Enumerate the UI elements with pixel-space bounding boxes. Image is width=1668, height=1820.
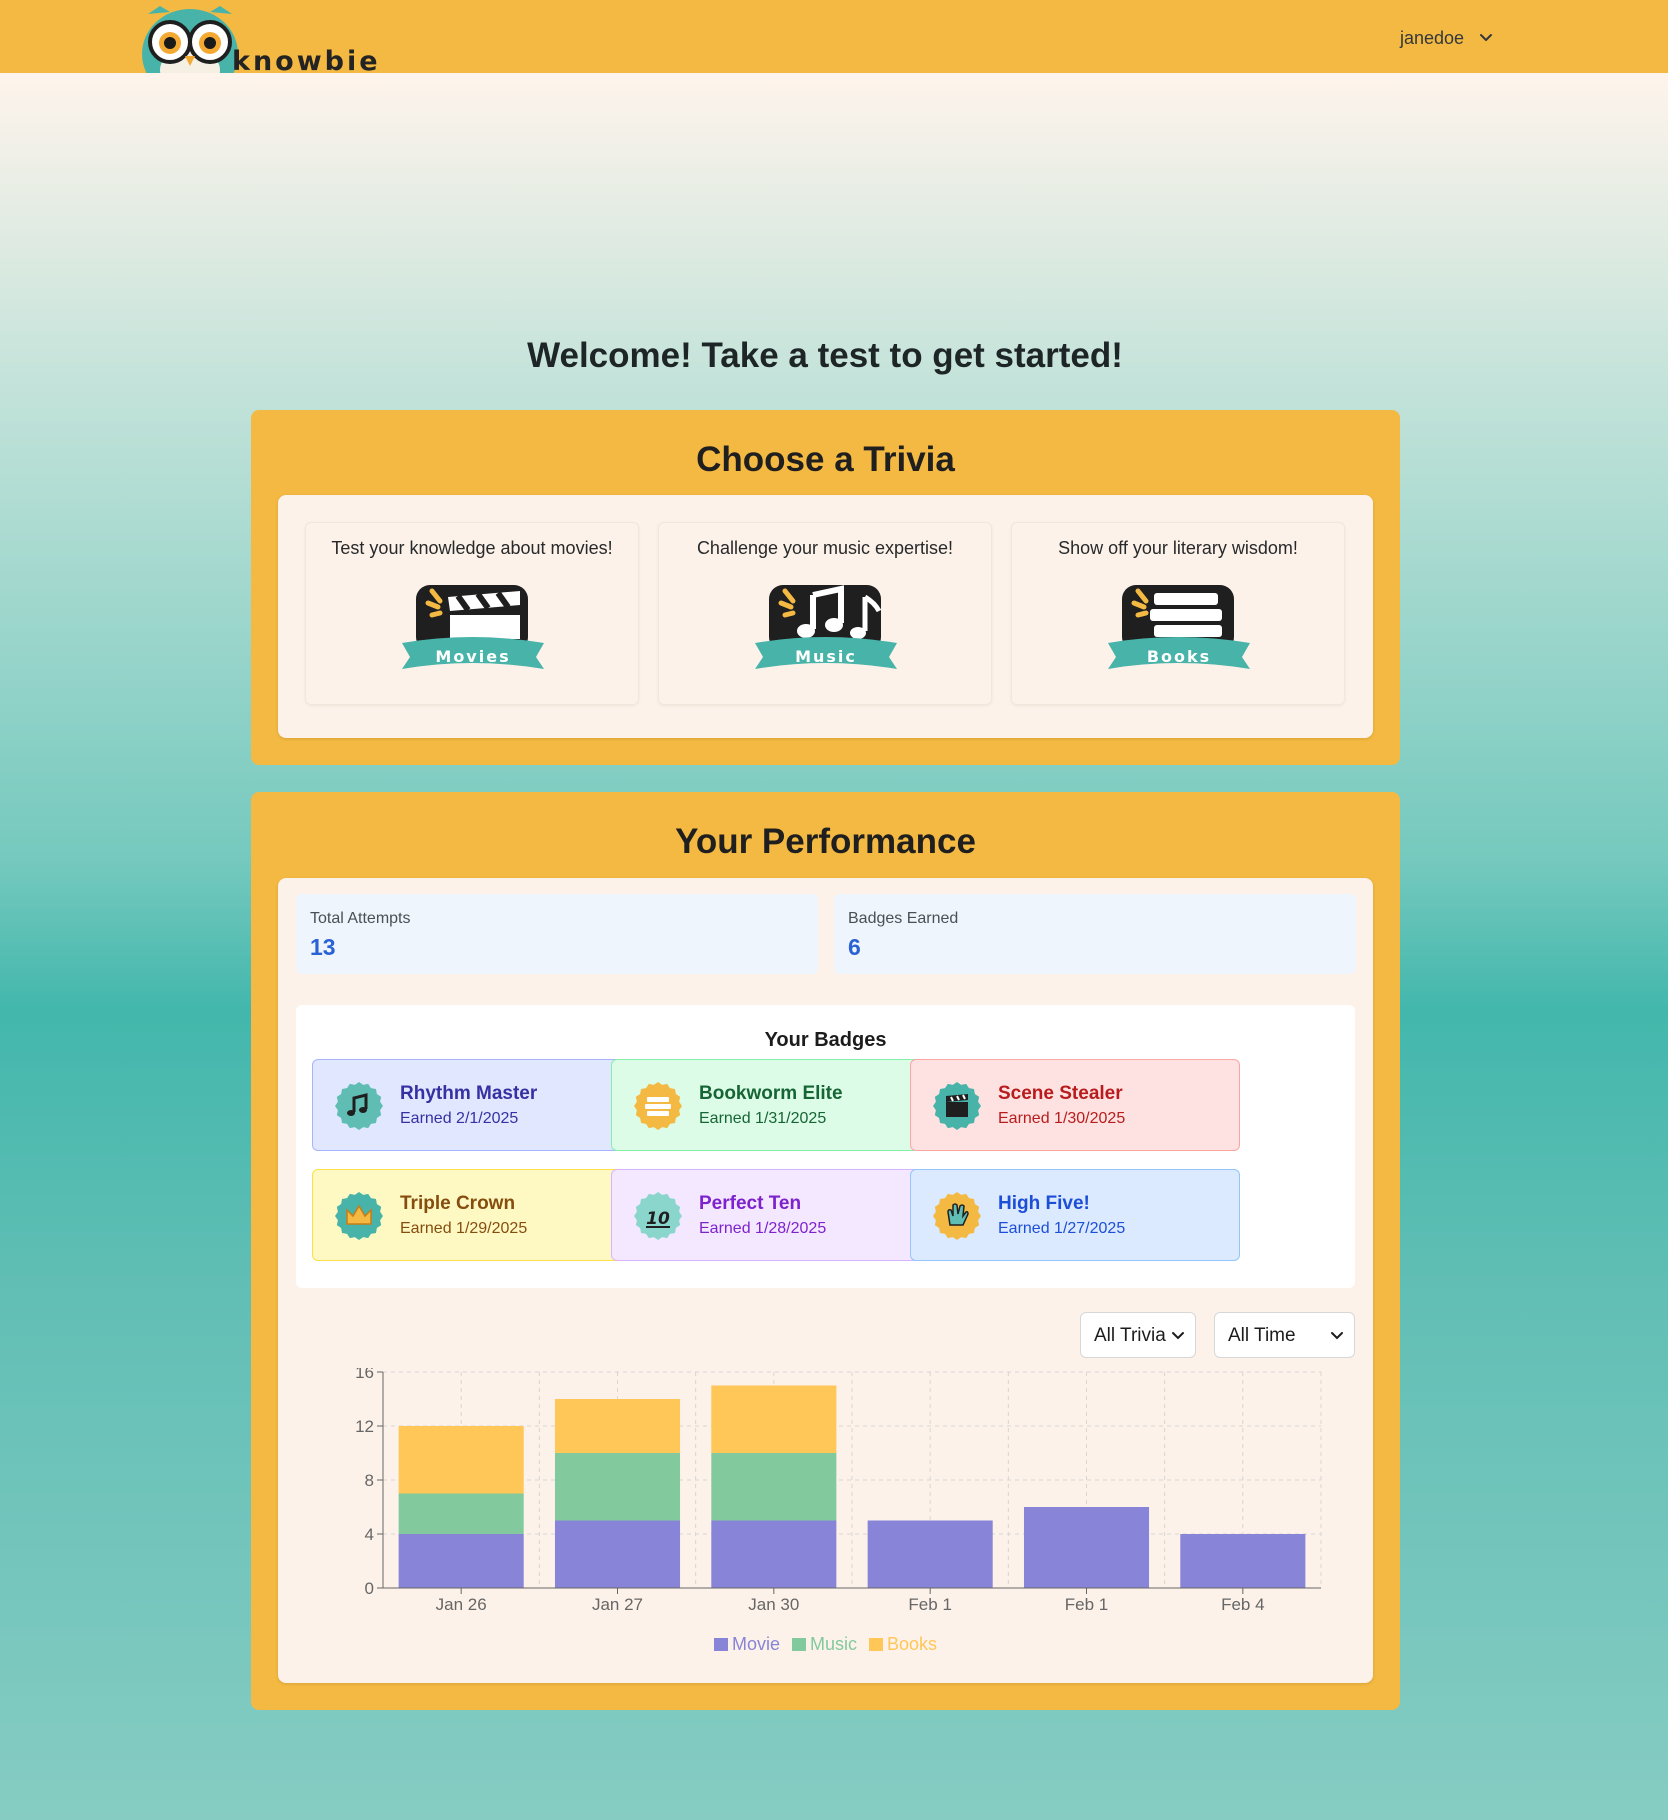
chart-y-tick-label: 0: [365, 1579, 374, 1598]
performance-content: Total Attempts 13 Badges Earned 6 Your B…: [278, 878, 1373, 1683]
time-filter-select[interactable]: All Time: [1214, 1312, 1355, 1358]
badge-name: Perfect Ten: [699, 1193, 802, 1214]
high-five-badge-icon: [933, 1192, 981, 1240]
music-notes-icon: Music: [755, 585, 897, 669]
chart-bar-music: [711, 1453, 837, 1521]
books-badge-icon: [634, 1082, 682, 1130]
stat-total-attempts: Total Attempts 13: [296, 894, 818, 974]
chart-x-tick-label: Jan 27: [592, 1595, 643, 1614]
trivia-panel-title: Choose a Trivia: [696, 440, 955, 479]
legend-label: Movie: [731, 1634, 780, 1654]
badge-earned-date: Earned 1/30/2025: [998, 1110, 1126, 1127]
badge-card-perfect-ten: 10 Perfect Ten Earned 1/28/2025: [611, 1169, 941, 1261]
trivia-card-music[interactable]: Challenge your music expertise! Music: [658, 522, 992, 705]
chart-bar-movie: [711, 1520, 837, 1588]
badge-name: High Five!: [998, 1193, 1090, 1214]
badge-card-rhythm-master: Rhythm Master Earned 2/1/2025: [312, 1059, 642, 1151]
time-filter-value: All Time: [1228, 1325, 1296, 1346]
brand-wordmark: knowbie: [232, 46, 380, 73]
chart-x-tick-label: Jan 30: [748, 1595, 799, 1614]
chart-bar-movie: [554, 1520, 681, 1588]
chart-bar-movie: [1180, 1534, 1306, 1588]
chart-bar-music: [398, 1493, 524, 1534]
legend-item-music: Music: [791, 1634, 857, 1655]
badge-card-high-five: High Five! Earned 1/27/2025: [910, 1169, 1240, 1261]
chart-bar-movie: [1023, 1507, 1150, 1588]
legend-item-movie: Movie: [713, 1634, 780, 1655]
trivia-card-movies[interactable]: Test your knowledge about movies! Movies: [305, 522, 639, 705]
chart-y-tick-label: 8: [365, 1471, 374, 1490]
music-notes-badge-icon: [335, 1082, 383, 1130]
chart-x-tick-label: Feb 4: [1221, 1595, 1264, 1614]
trivia-card-description: Show off your literary wisdom!: [1058, 538, 1298, 558]
badge-name: Scene Stealer: [998, 1083, 1123, 1104]
trivia-card-label: Music: [795, 647, 857, 666]
trivia-card-books[interactable]: Show off your literary wisdom! Books: [1011, 522, 1345, 705]
stat-value: 13: [310, 934, 336, 960]
chart-bar-books: [554, 1399, 681, 1453]
chevron-down-icon: [1480, 34, 1493, 41]
badge-earned-date: Earned 1/28/2025: [699, 1220, 827, 1237]
trivia-card-description: Test your knowledge about movies!: [331, 538, 613, 558]
welcome-heading: Welcome! Take a test to get started!: [527, 336, 1123, 375]
chart-x-tick-label: Feb 1: [908, 1595, 951, 1614]
badge-earned-date: Earned 1/29/2025: [400, 1220, 528, 1237]
trivia-card-container: Test your knowledge about movies! Movies…: [278, 495, 1373, 738]
badge-card-triple-crown: Triple Crown Earned 1/29/2025: [312, 1169, 642, 1261]
trivia-card-label: Movies: [435, 647, 510, 666]
badge-earned-date: Earned 1/27/2025: [998, 1220, 1126, 1237]
badge-name: Rhythm Master: [400, 1083, 538, 1104]
badges-section: Your Badges Rhythm Master Earned 2/1/2025…: [296, 1005, 1355, 1288]
chart-y-tick-label: 16: [355, 1368, 374, 1382]
badge-earned-date: Earned 1/31/2025: [699, 1110, 827, 1127]
user-menu-dropdown[interactable]: janedoe: [1400, 24, 1494, 52]
chevron-down-icon: [1331, 1332, 1343, 1340]
chart-y-tick-label: 4: [365, 1525, 374, 1544]
legend-swatch: [791, 1638, 806, 1651]
performance-panel-title: Your Performance: [675, 822, 976, 861]
stat-badges-earned: Badges Earned 6: [834, 894, 1356, 974]
chart-bar-books: [398, 1426, 524, 1494]
trivia-card-label: Books: [1147, 647, 1211, 666]
stat-label: Badges Earned: [848, 910, 959, 927]
attempts-bar-chart: 0 4 8 12 16 Jan 26 Jan 27 Jan 30 Feb 1 Feb 1 Feb 4: [355, 1368, 1322, 1614]
trivia-card-description: Challenge your music expertise!: [696, 538, 954, 558]
chart-bar-music: [554, 1453, 681, 1521]
owl-mascot-icon: [142, 6, 238, 73]
badge-card-scene-stealer: Scene Stealer Earned 1/30/2025: [910, 1059, 1240, 1151]
top-navigation-bar: knowbie janedoe: [0, 0, 1668, 73]
chevron-down-icon: [1172, 1332, 1184, 1340]
books-stack-icon: Books: [1108, 585, 1250, 669]
crown-badge-icon: [335, 1192, 383, 1240]
clapperboard-badge-icon: [933, 1082, 981, 1130]
chart-bar-movie: [867, 1520, 993, 1588]
badge-earned-date: Earned 2/1/2025: [400, 1110, 519, 1127]
legend-swatch: [869, 1638, 883, 1651]
chart-y-tick-label: 12: [355, 1417, 374, 1436]
chart-bar-books: [711, 1385, 837, 1453]
legend-label: Books: [887, 1634, 938, 1654]
username-label: janedoe: [1400, 27, 1465, 48]
chart-x-tick-label: Jan 26: [436, 1595, 487, 1614]
performance-panel: Your Performance Total Attempts 13 Badge…: [251, 792, 1400, 1710]
chart-bar-movie: [398, 1534, 524, 1588]
stat-value: 6: [848, 934, 861, 960]
legend-label: Music: [809, 1634, 857, 1654]
knowbie-logo[interactable]: knowbie: [140, 0, 380, 73]
badges-title: Your Badges: [764, 1029, 887, 1051]
chart-x-tick-label: Feb 1: [1065, 1595, 1108, 1614]
trivia-panel: Choose a Trivia Test your knowledge abou…: [251, 410, 1400, 765]
chart-legend: Movie Music Books: [278, 1634, 1373, 1655]
trivia-filter-select[interactable]: All Trivia: [1080, 1312, 1196, 1358]
clapperboard-icon: Movies: [402, 585, 544, 669]
legend-swatch: [713, 1638, 728, 1651]
badge-card-bookworm-elite: Bookworm Elite Earned 1/31/2025: [611, 1059, 941, 1151]
ten-badge-icon: 10: [634, 1192, 682, 1240]
stat-label: Total Attempts: [310, 910, 411, 927]
legend-item-books: Books: [869, 1634, 937, 1655]
badge-name: Triple Crown: [400, 1193, 516, 1214]
badge-name: Bookworm Elite: [699, 1083, 843, 1104]
trivia-filter-value: All Trivia: [1094, 1325, 1166, 1346]
